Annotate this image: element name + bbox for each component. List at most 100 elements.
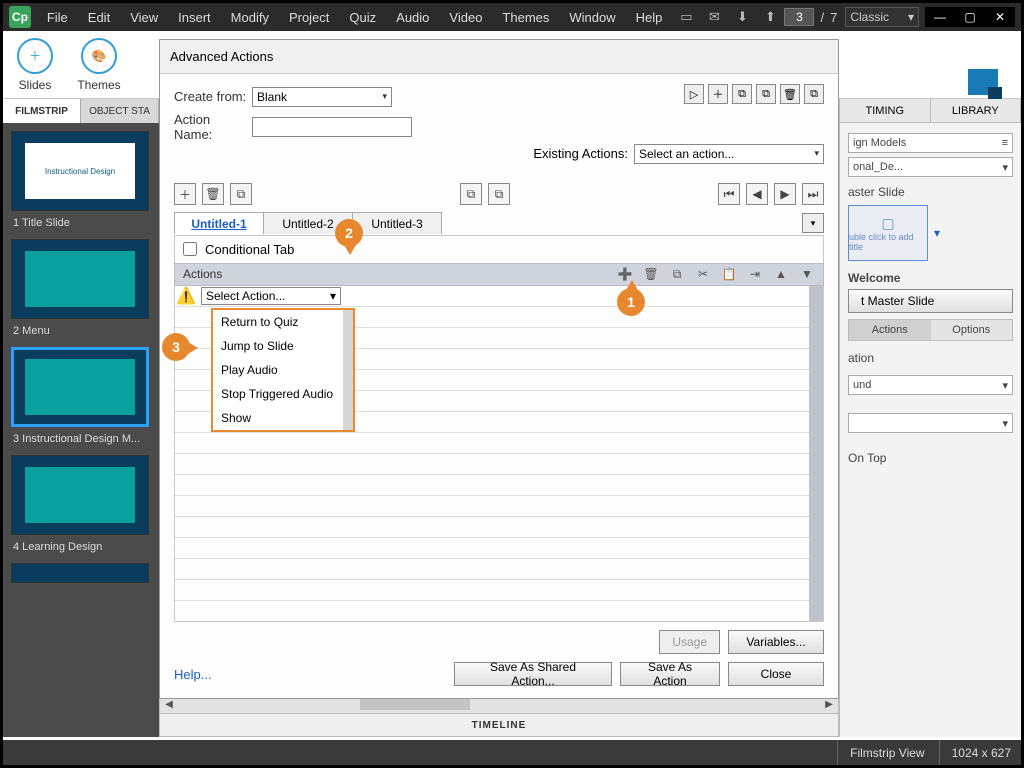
mail-icon[interactable]: ✉ <box>704 8 724 26</box>
prop-empty[interactable]: ▾ <box>848 413 1013 433</box>
action-row[interactable]: ⚠️ Select Action...▾ <box>175 286 823 307</box>
scroll-left-icon[interactable]: ◀ <box>162 697 176 711</box>
move-down-icon[interactable]: ▼ <box>799 267 815 282</box>
delete-row-icon[interactable]: 🗑 <box>643 267 659 282</box>
insert-row-icon[interactable]: ⇥ <box>747 267 763 282</box>
preview-action-icon[interactable]: ▷ <box>684 84 704 104</box>
copy-row-icon[interactable]: ⧉ <box>669 267 685 282</box>
conditional-checkbox[interactable] <box>183 242 197 256</box>
dd-item-play-audio[interactable]: Play Audio <box>213 358 353 382</box>
slide-thumb-2[interactable] <box>11 239 149 319</box>
current-slide-input[interactable] <box>784 8 814 26</box>
ribbon-themes[interactable]: 🎨 Themes <box>67 38 131 92</box>
nav-first-icon[interactable]: ⏮ <box>718 183 740 205</box>
timeline-label[interactable]: TIMELINE <box>160 714 838 736</box>
nav-last-icon[interactable]: ⏭ <box>802 183 824 205</box>
menu-file[interactable]: File <box>37 10 78 25</box>
action-row[interactable] <box>175 433 823 454</box>
decision-tab-3[interactable]: Untitled-3 <box>352 212 442 234</box>
action-row[interactable] <box>175 454 823 475</box>
menu-insert[interactable]: Insert <box>168 10 221 25</box>
add-action-icon[interactable]: ＋ <box>708 84 728 104</box>
action-row[interactable] <box>175 475 823 496</box>
menu-help[interactable]: Help <box>626 10 673 25</box>
duplicate-decision-button[interactable]: ⧉ <box>230 183 252 205</box>
menu-quiz[interactable]: Quiz <box>339 10 386 25</box>
delete-action-icon[interactable]: 🗑 <box>780 84 800 104</box>
menu-video[interactable]: Video <box>439 10 492 25</box>
ribbon-slides[interactable]: ＋ Slides <box>3 38 67 92</box>
menu-themes[interactable]: Themes <box>492 10 559 25</box>
decision-tab-1[interactable]: Untitled-1 <box>174 212 264 234</box>
dropdown-scrollbar[interactable] <box>343 310 353 430</box>
download-icon[interactable]: ⬇ <box>732 8 752 26</box>
menu-edit[interactable]: Edit <box>78 10 120 25</box>
tab-filmstrip[interactable]: FILMSTRIP <box>3 99 81 123</box>
menu-view[interactable]: View <box>120 10 168 25</box>
dd-item-jump-to-slide[interactable]: Jump to Slide <box>213 334 353 358</box>
move-up-icon[interactable]: ▲ <box>773 267 789 282</box>
close-button[interactable]: Close <box>728 662 824 686</box>
subtab-actions[interactable]: Actions <box>849 320 931 340</box>
theme-name-field[interactable]: onal_De...▾ <box>848 157 1013 177</box>
scroll-thumb[interactable] <box>360 698 470 710</box>
import-action-icon[interactable]: ⧉ <box>732 84 752 104</box>
action-row[interactable] <box>175 601 823 622</box>
master-slide-thumb[interactable]: ▢ uble click to add title <box>848 205 928 261</box>
usage-button[interactable]: Usage <box>659 630 720 654</box>
action-row[interactable] <box>175 517 823 538</box>
preview-icon[interactable]: ▭ <box>676 8 696 26</box>
slide-thumb-4[interactable] <box>11 455 149 535</box>
window-minimize-button[interactable]: — <box>925 7 955 27</box>
paste-row-icon[interactable]: 📋 <box>721 267 737 282</box>
upload-icon[interactable]: ⬆ <box>760 8 780 26</box>
dd-item-show[interactable]: Show <box>213 406 353 430</box>
menu-project[interactable]: Project <box>279 10 339 25</box>
dd-item-stop-triggered-audio[interactable]: Stop Triggered Audio <box>213 382 353 406</box>
cut-row-icon[interactable]: ✂ <box>695 267 711 282</box>
tab-timing[interactable]: TIMING <box>840 99 931 122</box>
action-row[interactable] <box>175 580 823 601</box>
chevron-down-icon[interactable]: ▾ <box>934 226 940 240</box>
prop-ontop: On Top <box>848 451 1013 465</box>
menu-window[interactable]: Window <box>559 10 625 25</box>
nav-next-icon[interactable]: ▶ <box>774 183 796 205</box>
help-link[interactable]: Help... <box>174 667 212 682</box>
prop-und[interactable]: und▾ <box>848 375 1013 395</box>
export-action-icon[interactable]: ⧉ <box>756 84 776 104</box>
duplicate-action-icon[interactable]: ⧉ <box>804 84 824 104</box>
slide-thumb-1[interactable]: Instructional Design <box>11 131 149 211</box>
slide-name-field[interactable]: ign Models≡ <box>848 133 1013 153</box>
subtab-options[interactable]: Options <box>931 320 1013 340</box>
action-row[interactable] <box>175 496 823 517</box>
grid-scrollbar[interactable] <box>809 286 823 621</box>
slide-thumb-5[interactable] <box>11 563 149 583</box>
action-row[interactable] <box>175 538 823 559</box>
reset-master-button[interactable]: t Master Slide <box>848 289 1013 313</box>
existing-actions-combo[interactable]: Select an action...▾ <box>634 144 824 164</box>
add-decision-button[interactable]: ＋ <box>174 183 196 205</box>
scroll-right-icon[interactable]: ▶ <box>822 697 836 711</box>
action-row[interactable] <box>175 559 823 580</box>
group-right-icon[interactable]: ⧉ <box>488 183 510 205</box>
group-left-icon[interactable]: ⧉ <box>460 183 482 205</box>
action-name-input[interactable] <box>252 117 412 137</box>
dd-item-return-to-quiz[interactable]: Return to Quiz <box>213 310 353 334</box>
delete-decision-button[interactable]: 🗑 <box>202 183 224 205</box>
slide-thumb-3[interactable] <box>11 347 149 427</box>
variables-button[interactable]: Variables... <box>728 630 824 654</box>
select-action-combo[interactable]: Select Action...▾ <box>201 287 341 305</box>
nav-prev-icon[interactable]: ◀ <box>746 183 768 205</box>
save-as-shared-button[interactable]: Save As Shared Action... <box>454 662 612 686</box>
tab-library[interactable]: LIBRARY <box>931 99 1022 122</box>
workspace-label: Classic <box>850 10 889 24</box>
menu-audio[interactable]: Audio <box>386 10 439 25</box>
window-maximize-button[interactable]: ▢ <box>955 7 985 27</box>
save-as-action-button[interactable]: Save As Action <box>620 662 720 686</box>
create-from-combo[interactable]: Blank▾ <box>252 87 392 107</box>
workspace-dropdown[interactable]: Classic▾ <box>845 7 919 27</box>
tab-object-state[interactable]: OBJECT STA <box>81 99 159 123</box>
window-close-button[interactable]: ✕ <box>985 7 1015 27</box>
decision-tabs-dropdown[interactable]: ▾ <box>802 213 824 233</box>
menu-modify[interactable]: Modify <box>221 10 279 25</box>
